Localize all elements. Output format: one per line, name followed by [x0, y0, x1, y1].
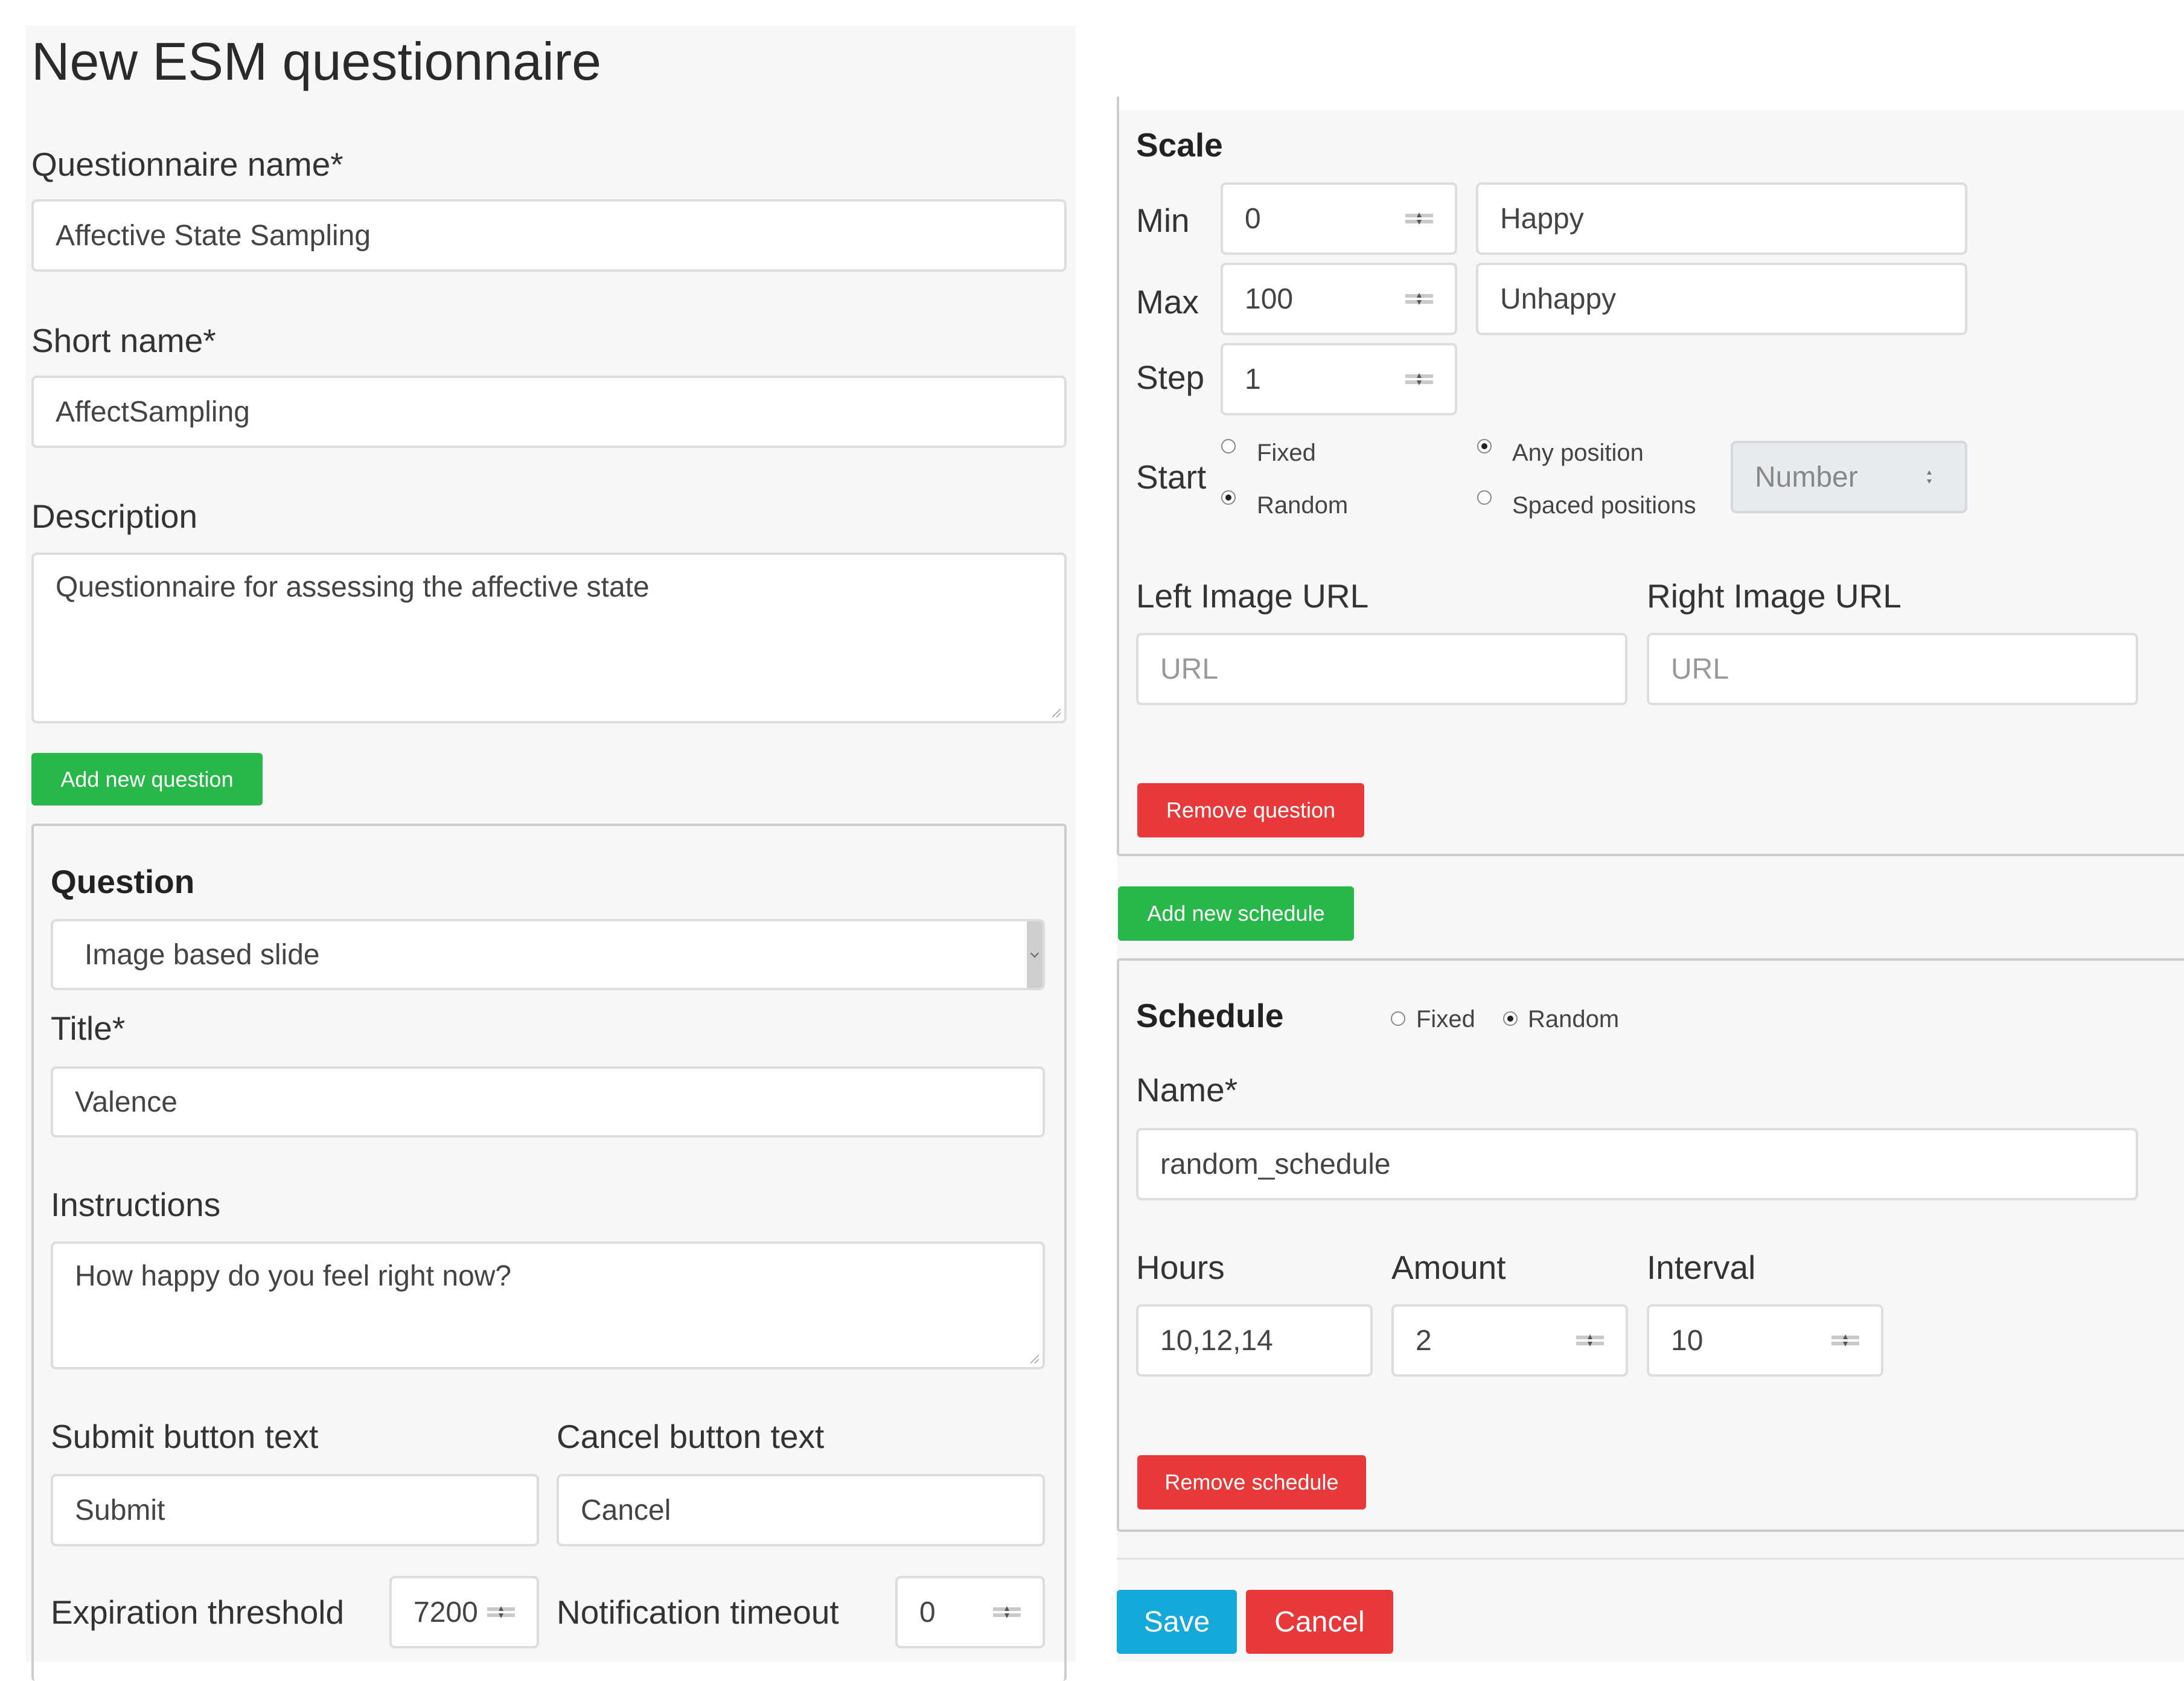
spaced-positions-radio[interactable]	[1477, 490, 1492, 505]
title-label: Title*	[51, 1010, 126, 1047]
schedule-random-label: Random	[1528, 1006, 1620, 1033]
spaced-positions-label: Spaced positions	[1512, 492, 1696, 519]
min-text-value: Happy	[1500, 202, 1584, 235]
max-label: Max	[1136, 283, 1199, 321]
questionnaire-name-value: Affective State Sampling	[56, 219, 371, 252]
scale-heading: Scale	[1136, 126, 1223, 164]
description-value: Questionnaire for assessing the affectiv…	[56, 571, 650, 603]
instructions-label: Instructions	[51, 1186, 221, 1223]
notification-timeout-label: Notification timeout	[557, 1593, 839, 1631]
short-name-input[interactable]: AffectSampling	[31, 376, 1067, 448]
hours-input[interactable]: 10,12,14	[1136, 1304, 1373, 1377]
questionnaire-name-input[interactable]: Affective State Sampling	[31, 199, 1067, 272]
interval-label: Interval	[1647, 1249, 1756, 1286]
submit-text-input[interactable]: Submit	[51, 1474, 539, 1546]
short-name-value: AffectSampling	[56, 395, 250, 428]
expiration-threshold-value: 7200	[413, 1596, 478, 1628]
remove-schedule-button[interactable]: Remove schedule	[1137, 1455, 1366, 1510]
questionnaire-name-label: Questionnaire name*	[31, 146, 343, 183]
divider	[1117, 1558, 2184, 1560]
description-textarea[interactable]: Questionnaire for assessing the affectiv…	[31, 552, 1067, 723]
resize-handle-icon[interactable]	[1052, 709, 1061, 717]
chevron-down-icon	[1027, 921, 1043, 988]
right-url-input[interactable]: URL	[1647, 633, 2138, 705]
question-type-select[interactable]: Image based slide	[51, 919, 1045, 990]
max-input[interactable]: 100	[1221, 263, 1457, 335]
question-type-value: Image based slide	[85, 938, 320, 971]
max-text-input[interactable]: Unhappy	[1476, 263, 1967, 335]
max-value: 100	[1245, 283, 1294, 315]
cancel-text-input[interactable]: Cancel	[557, 1474, 1045, 1546]
select-arrow-icon	[1926, 470, 1932, 484]
notification-timeout-input[interactable]: 0	[895, 1576, 1045, 1648]
min-input[interactable]: 0	[1221, 182, 1457, 255]
spinner-icon[interactable]	[1831, 1334, 1859, 1346]
expiration-threshold-input[interactable]: 7200	[389, 1576, 539, 1648]
max-text-value: Unhappy	[1500, 283, 1617, 315]
cancel-text-value: Cancel	[581, 1494, 671, 1526]
step-input[interactable]: 1	[1221, 343, 1457, 415]
spinner-icon[interactable]	[1405, 373, 1433, 385]
schedule-name-input[interactable]: random_schedule	[1136, 1128, 2138, 1200]
description-label: Description	[31, 498, 198, 535]
cancel-text-label: Cancel button text	[557, 1418, 825, 1455]
add-schedule-button[interactable]: Add new schedule	[1118, 886, 1354, 941]
min-value: 0	[1245, 202, 1261, 235]
min-label: Min	[1136, 202, 1190, 239]
hours-label: Hours	[1136, 1249, 1225, 1286]
right-url-label: Right Image URL	[1647, 577, 1901, 615]
schedule-random-radio[interactable]	[1503, 1011, 1518, 1026]
expiration-threshold-label: Expiration threshold	[51, 1593, 345, 1631]
amount-label: Amount	[1391, 1249, 1506, 1286]
spinner-icon[interactable]	[993, 1606, 1021, 1618]
hours-value: 10,12,14	[1160, 1324, 1273, 1357]
spinner-icon[interactable]	[1405, 293, 1433, 305]
schedule-name-label: Name*	[1136, 1071, 1238, 1109]
start-random-label: Random	[1257, 492, 1349, 519]
interval-input[interactable]: 10	[1647, 1304, 1883, 1377]
amount-input[interactable]: 2	[1391, 1304, 1628, 1377]
left-url-input[interactable]: URL	[1136, 633, 1627, 705]
title-value: Valence	[75, 1086, 177, 1118]
start-fixed-label: Fixed	[1257, 440, 1316, 466]
amount-value: 2	[1416, 1324, 1432, 1357]
spinner-icon[interactable]	[1405, 213, 1433, 225]
schedule-fixed-label: Fixed	[1416, 1006, 1475, 1033]
schedule-card	[1117, 958, 2184, 1532]
cancel-button[interactable]: Cancel	[1246, 1590, 1393, 1654]
add-question-button[interactable]: Add new question	[31, 753, 263, 805]
number-select: Number	[1731, 441, 1967, 513]
schedule-fixed-radio[interactable]	[1391, 1011, 1405, 1026]
any-position-radio[interactable]	[1477, 439, 1492, 453]
step-label: Step	[1136, 359, 1205, 396]
submit-text-value: Submit	[75, 1494, 165, 1526]
start-label: Start	[1136, 458, 1207, 496]
submit-text-label: Submit button text	[51, 1418, 319, 1455]
save-button[interactable]: Save	[1117, 1590, 1237, 1654]
step-value: 1	[1245, 363, 1261, 395]
start-fixed-radio[interactable]	[1221, 439, 1236, 453]
any-position-label: Any position	[1512, 440, 1644, 466]
left-url-label: Left Image URL	[1136, 577, 1369, 615]
remove-question-button[interactable]: Remove question	[1137, 783, 1364, 837]
question-heading: Question	[51, 863, 195, 900]
schedule-name-value: random_schedule	[1160, 1148, 1391, 1180]
instructions-value: How happy do you feel right now?	[75, 1260, 512, 1292]
title-input[interactable]: Valence	[51, 1066, 1045, 1138]
notification-timeout-value: 0	[919, 1596, 936, 1628]
right-url-placeholder: URL	[1671, 653, 1729, 685]
interval-value: 10	[1671, 1324, 1703, 1357]
left-url-placeholder: URL	[1160, 653, 1219, 685]
resize-handle-icon[interactable]	[1030, 1355, 1039, 1363]
instructions-textarea[interactable]: How happy do you feel right now?	[51, 1241, 1045, 1369]
schedule-heading: Schedule	[1136, 997, 1284, 1034]
page-title: New ESM questionnaire	[31, 31, 602, 91]
start-random-radio[interactable]	[1221, 490, 1236, 505]
spinner-icon[interactable]	[1576, 1334, 1604, 1346]
number-placeholder: Number	[1755, 461, 1858, 493]
spinner-icon[interactable]	[487, 1606, 515, 1618]
min-text-input[interactable]: Happy	[1476, 182, 1967, 255]
short-name-label: Short name*	[31, 322, 216, 359]
